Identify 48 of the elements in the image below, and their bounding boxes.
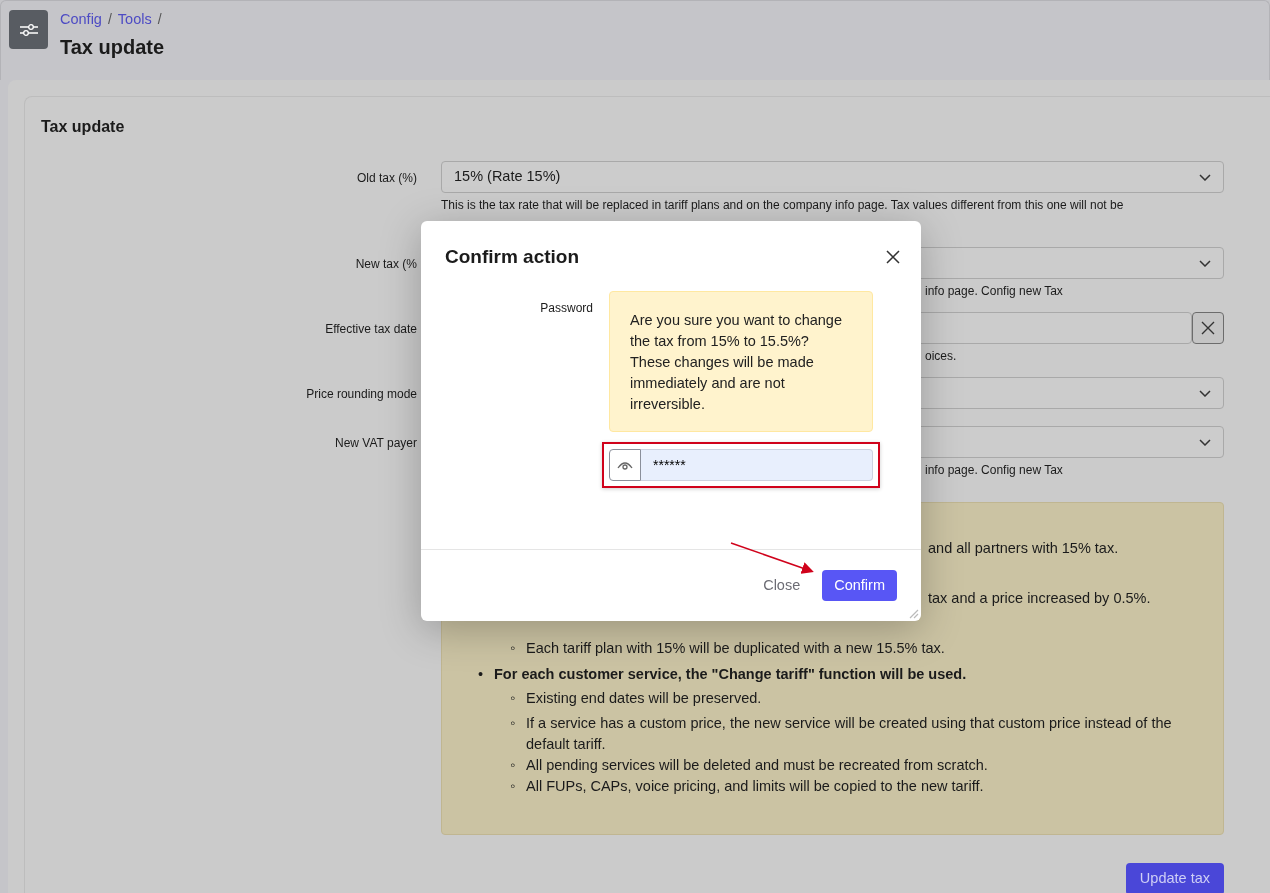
help-text: This is the tax rate that will be replaced in tariff plans and on the company info page. Tax values different from this one will not be [441, 198, 1124, 212]
field-label: New tax (% [354, 256, 417, 273]
list-marker: ◦ [510, 777, 517, 796]
field-label: Effective tax date [324, 321, 417, 338]
breadcrumb-link[interactable]: Tools [117, 11, 152, 27]
page-title: Tax update [60, 34, 166, 60]
list-item: If a service has a custom price, the new service will be created using that custom price instead of the default tariff. [526, 714, 1173, 754]
chevron-down-icon [1199, 438, 1211, 446]
warning-message: Are you sure you want to change the tax from 15% to 15.5%? These changes will be made immediately and are not irreversible. [609, 291, 873, 432]
select-field[interactable]: 15% (Rate 15%) [441, 161, 1224, 193]
close-icon [885, 249, 901, 265]
field-label: Price rounding mode [305, 386, 417, 403]
list-marker: ◦ [510, 639, 517, 658]
breadcrumb-separator: / [157, 11, 162, 27]
confirm-button[interactable]: Confirm [822, 569, 897, 602]
notice-text: and all partners with 15% tax. [928, 540, 1119, 556]
notice-text: tax and a price increased by 0.5%. [928, 590, 1151, 606]
chevron-down-icon [1199, 259, 1211, 267]
sliders-icon [18, 21, 39, 38]
show-password-button[interactable] [609, 449, 641, 481]
list-item: Existing end dates will be preserved. [526, 689, 762, 708]
breadcrumb-separator: / [107, 11, 112, 27]
list-marker: • [478, 665, 485, 684]
help-text: oices. [925, 349, 957, 363]
password-field[interactable]: ****** [641, 449, 873, 481]
update-tax-button[interactable]: Update tax [1125, 863, 1224, 893]
clear-button[interactable] [1192, 312, 1224, 344]
field-label: Password [539, 300, 593, 317]
dialog-title: Confirm action [445, 245, 581, 269]
card-title: Tax update [41, 117, 126, 137]
resize-grip-icon [909, 609, 919, 619]
help-text: info page. Config new Tax [925, 463, 1063, 477]
list-marker: ◦ [510, 756, 517, 775]
chevron-down-icon [1199, 173, 1211, 181]
field-label: New VAT payer [333, 435, 417, 452]
list-marker: ◦ [510, 714, 517, 733]
close-icon [1201, 321, 1215, 335]
chevron-down-icon [1199, 389, 1211, 397]
list-item: For each customer service, the "Change tariff" function will be used. [494, 665, 967, 684]
help-text: info page. Config new Tax [925, 284, 1063, 298]
eye-icon [617, 460, 633, 470]
list-item: Each tariff plan with 15% will be duplicated with a new 15.5% tax. [526, 639, 945, 658]
list-item: All FUPs, CAPs, voice pricing, and limits will be copied to the new tariff. [526, 777, 984, 796]
field-label: Old tax (%) [356, 170, 417, 187]
breadcrumb-link[interactable]: Config [60, 11, 102, 27]
list-item: All pending services will be deleted and must be recreated from scratch. [526, 756, 988, 775]
close-button[interactable]: Close [749, 569, 815, 602]
list-marker: ◦ [510, 689, 517, 708]
